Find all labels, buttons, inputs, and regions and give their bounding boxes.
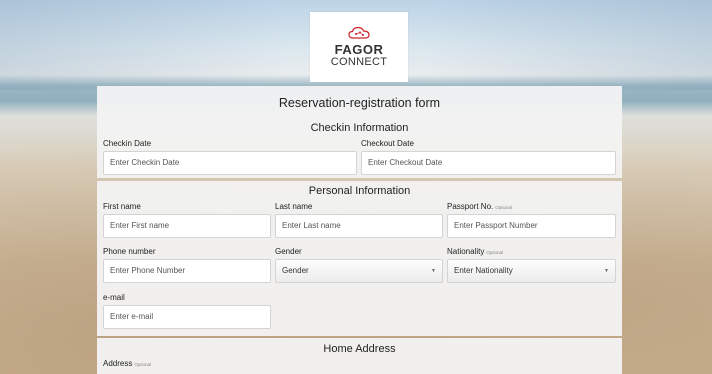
- passport-label-text: Passport No.: [447, 202, 494, 211]
- personal-panel: Personal Information First name Enter Fi…: [97, 181, 622, 336]
- logo-text-connect: CONNECT: [330, 56, 388, 68]
- cloud-network-icon: [348, 26, 370, 39]
- checkin-date-input[interactable]: Enter Checkin Date: [103, 151, 357, 175]
- nationality-label: Nationality Optional: [447, 247, 503, 256]
- nationality-select-value: Enter Nationality: [454, 266, 513, 275]
- first-name-input[interactable]: Enter First name: [103, 214, 271, 238]
- email-label: e-mail: [103, 293, 125, 302]
- passport-input[interactable]: Enter Passport Number: [447, 214, 616, 238]
- address-panel: Home Address Address Optional: [97, 338, 622, 374]
- last-name-input[interactable]: Enter Last name: [275, 214, 443, 238]
- chevron-down-icon: ▼: [431, 268, 436, 274]
- address-section-title: Home Address: [323, 343, 396, 355]
- personal-section-title: Personal Information: [308, 185, 411, 197]
- checkin-date-label: Checkin Date: [103, 139, 152, 148]
- checkin-section-title: Checkin Information: [310, 122, 409, 134]
- email-input[interactable]: Enter e-mail: [103, 305, 271, 329]
- optional-tag: Optional: [134, 362, 152, 367]
- passport-label: Passport No. Optional: [447, 202, 512, 211]
- last-name-label: Last name: [275, 202, 313, 211]
- phone-input[interactable]: Enter Phone Number: [103, 259, 271, 283]
- checkout-date-input[interactable]: Enter Checkout Date: [361, 151, 616, 175]
- address-label: Address Optional: [103, 359, 151, 368]
- checkout-date-label: Checkout Date: [361, 139, 414, 148]
- nationality-select[interactable]: Enter Nationality ▼: [447, 259, 616, 283]
- nationality-label-text: Nationality: [447, 247, 485, 256]
- gender-select-value: Gender: [282, 266, 309, 275]
- chevron-down-icon: ▼: [604, 268, 609, 274]
- optional-tag: Optional: [486, 250, 504, 255]
- gender-label: Gender: [275, 247, 302, 256]
- first-name-label: First name: [103, 202, 141, 211]
- logo-text-fagor: FAGOR: [334, 42, 384, 57]
- gender-select[interactable]: Gender ▼: [275, 259, 443, 283]
- form-title: Reservation-registration form: [278, 96, 441, 110]
- phone-label: Phone number: [103, 247, 156, 256]
- checkin-panel: Reservation-registration form Checkin In…: [97, 86, 622, 178]
- address-label-text: Address: [103, 359, 133, 368]
- brand-logo: FAGOR CONNECT: [310, 12, 408, 82]
- optional-tag: Optional: [495, 205, 513, 210]
